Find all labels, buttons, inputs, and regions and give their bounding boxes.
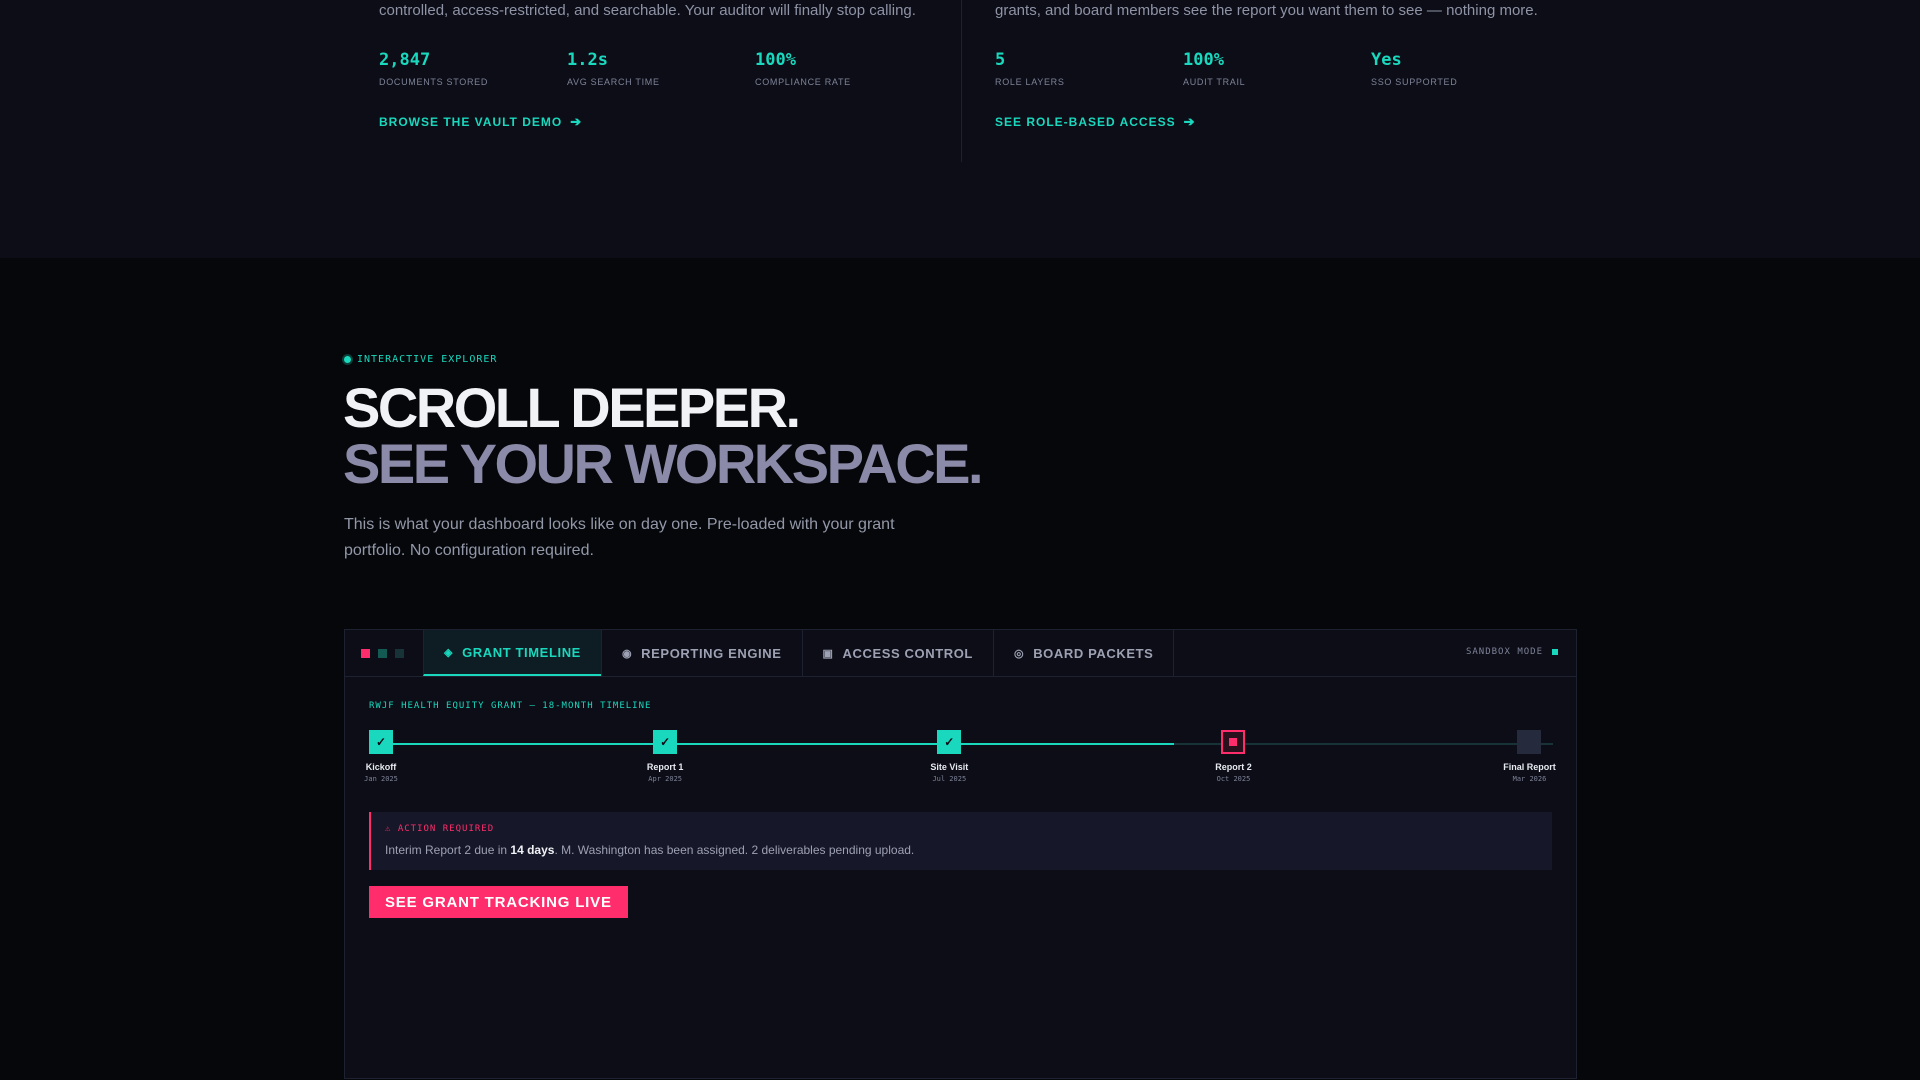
alert-days: 14 days — [510, 843, 555, 857]
check-icon: ✓ — [369, 730, 393, 754]
stat-role-layers: 5 ROLE LAYERS — [995, 48, 1065, 87]
milestone-date: Mar 2026 — [1512, 775, 1547, 783]
diamond-icon: ◈ — [444, 646, 454, 659]
column-divider — [961, 0, 962, 162]
workspace-preview-panel: ◈ GRANT TIMELINE ◉ REPORTING ENGINE ▣ ACCESS … — [344, 629, 1577, 1079]
stat-value: 1.2s — [567, 50, 608, 70]
action-required-alert: ⚠ ACTION REQUIRED Interim Report 2 due i… — [369, 812, 1552, 870]
link-label: SEE ROLE-BASED ACCESS — [995, 115, 1176, 129]
stat-label: DOCUMENTS STORED — [379, 77, 489, 87]
alert-body: Interim Report 2 due in 14 days. M. Wash… — [385, 843, 914, 857]
milestone-date: Apr 2025 — [648, 775, 683, 783]
stat-label: AVG SEARCH TIME — [567, 77, 660, 87]
milestone-name: Site Visit — [930, 762, 969, 772]
tab-label: REPORTING ENGINE — [641, 645, 782, 661]
milestone-report-2[interactable]: Report 2 Oct 2025 — [1188, 730, 1278, 783]
tab-board-packets[interactable]: ◎ BOARD PACKETS — [992, 630, 1175, 676]
milestone-report-1[interactable]: ✓ Report 1 Apr 2025 — [620, 730, 710, 783]
stat-sso-supported: Yes SSO SUPPORTED — [1371, 48, 1457, 87]
tab-label: GRANT TIMELINE — [462, 644, 581, 660]
stat-value: 100% — [1183, 50, 1224, 70]
check-icon: ✓ — [937, 730, 962, 754]
stat-avg-search-time: 1.2s AVG SEARCH TIME — [567, 48, 660, 87]
window-dot-icon — [395, 649, 404, 658]
browse-vault-demo-link[interactable]: BROWSE THE VAULT DEMO ➔ — [379, 114, 582, 130]
check-icon: ✓ — [653, 730, 678, 754]
stat-label: SSO SUPPORTED — [1371, 77, 1458, 87]
tab-label: BOARD PACKETS — [1033, 645, 1154, 661]
access-description: grants, and board members see the report… — [995, 2, 1538, 19]
arrow-right-icon: ➔ — [1183, 114, 1196, 129]
see-role-based-access-link[interactable]: SEE ROLE-BASED ACCESS ➔ — [995, 114, 1196, 130]
alert-title: ⚠ ACTION REQUIRED — [385, 824, 495, 834]
tab-reporting-engine[interactable]: ◉ REPORTING ENGINE — [600, 630, 803, 676]
section-headline: SCROLL DEEPER. SEE YOUR WORKSPACE. — [343, 376, 984, 495]
stat-audit-trail: 100% AUDIT TRAIL — [1183, 48, 1245, 87]
square-icon: ▣ — [822, 647, 834, 660]
link-label: BROWSE THE VAULT DEMO — [379, 115, 563, 129]
headline-line-1: SCROLL DEEPER. — [343, 376, 801, 439]
stat-value: Yes — [1371, 50, 1402, 70]
stat-label: AUDIT TRAIL — [1183, 77, 1246, 87]
timeline-progress — [369, 743, 1175, 745]
current-milestone-icon — [1221, 730, 1246, 754]
tab-label: ACCESS CONTROL — [842, 645, 973, 661]
milestone-kickoff[interactable]: ✓ Kickoff Jan 2025 — [336, 730, 426, 783]
access-stats: 5 ROLE LAYERS 100% AUDIT TRAIL Yes SSO S… — [995, 48, 1555, 92]
milestone-name: Report 2 — [1215, 762, 1252, 772]
stat-value: 2,847 — [379, 50, 431, 70]
pending-milestone-icon — [1517, 730, 1542, 754]
milestone-site-visit[interactable]: ✓ Site Visit Jul 2025 — [904, 730, 994, 783]
milestone-date: Oct 2025 — [1216, 775, 1251, 783]
alert-text: . M. Washington has been assigned. 2 del… — [554, 843, 915, 857]
stat-label: COMPLIANCE RATE — [755, 77, 851, 87]
features-section: controlled, access-restricted, and searc… — [0, 0, 1920, 258]
window-dot-icon — [361, 649, 370, 658]
radio-circle-icon: ◉ — [621, 647, 633, 660]
timeline-title: RWJF HEALTH EQUITY GRANT — 18-MONTH TIME… — [369, 701, 652, 711]
panel-tab-bar: ◈ GRANT TIMELINE ◉ REPORTING ENGINE ▣ ACCESS … — [345, 630, 1576, 677]
stat-label: ROLE LAYERS — [995, 77, 1065, 87]
arrow-right-icon: ➔ — [570, 114, 583, 129]
sandbox-label: SANDBOX MODE — [1465, 647, 1543, 657]
section-lead: This is what your dashboard looks like o… — [344, 516, 895, 559]
milestone-name: Kickoff — [365, 762, 397, 772]
see-grant-tracking-live-button[interactable]: SEE GRANT TRACKING LIVE — [369, 886, 628, 918]
dot-icon — [344, 356, 351, 363]
current-marker-dot — [1229, 738, 1238, 746]
milestone-name: Report 1 — [646, 762, 684, 772]
headline-line-2: SEE YOUR WORKSPACE. — [343, 432, 984, 495]
milestone-final-report[interactable]: Final Report Mar 2026 — [1484, 730, 1574, 783]
sandbox-mode-indicator: SANDBOX MODE — [1466, 647, 1558, 657]
milestone-name: Final Report — [1503, 762, 1556, 772]
eyebrow-label: INTERACTIVE EXPLORER — [357, 354, 498, 365]
window-dot-icon — [378, 649, 387, 658]
status-square-icon — [1552, 649, 1558, 655]
window-controls — [361, 649, 404, 658]
milestone-date: Jul 2025 — [932, 775, 967, 783]
tab-grant-timeline[interactable]: ◈ GRANT TIMELINE — [423, 630, 602, 676]
panel-tabs: ◈ GRANT TIMELINE ◉ REPORTING ENGINE ▣ ACCESS … — [423, 630, 1175, 676]
alert-text: Interim Report 2 due in — [385, 843, 511, 857]
tab-access-control[interactable]: ▣ ACCESS CONTROL — [801, 630, 994, 676]
vault-description: controlled, access-restricted, and searc… — [379, 2, 916, 19]
stat-documents-stored: 2,847 DOCUMENTS STORED — [379, 48, 488, 87]
stat-value: 100% — [755, 50, 796, 70]
milestone-date: Jan 2025 — [364, 775, 398, 783]
target-icon: ◎ — [1013, 647, 1025, 660]
section-eyebrow: INTERACTIVE EXPLORER — [344, 354, 497, 365]
stat-value: 5 — [995, 50, 1006, 70]
vault-stats: 2,847 DOCUMENTS STORED 1.2s AVG SEARCH T… — [379, 48, 939, 92]
stat-compliance-rate: 100% COMPLIANCE RATE — [755, 48, 851, 87]
